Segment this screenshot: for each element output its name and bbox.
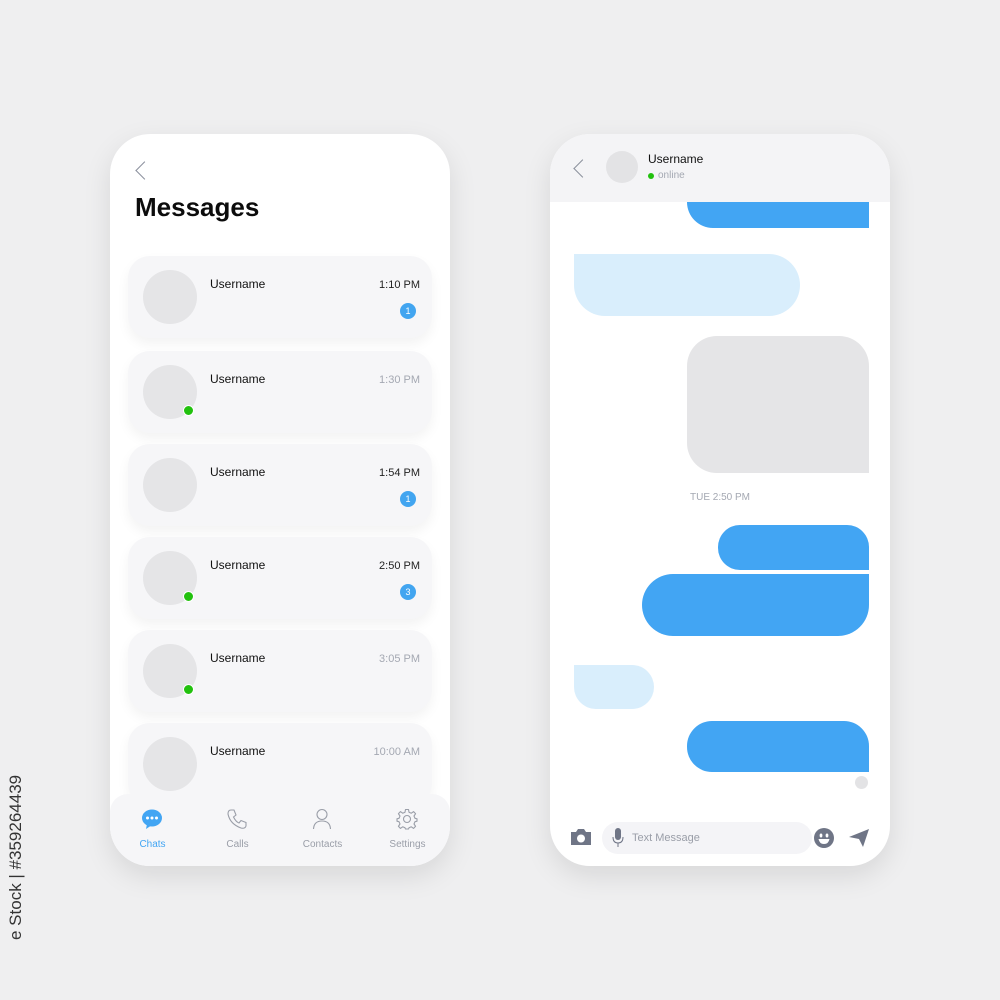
conversation-time: 3:05 PM: [379, 653, 420, 665]
camera-icon[interactable]: [570, 828, 592, 846]
phone-icon: [227, 809, 247, 829]
incoming-message-bubble: [574, 665, 654, 709]
conversation-time: 1:54 PM: [379, 467, 420, 479]
conversation-name: Username: [210, 558, 266, 572]
person-icon: [312, 808, 332, 830]
conversation-name: Username: [210, 651, 266, 665]
outgoing-message-bubble: [642, 574, 869, 636]
messages-list-screen: Messages Username 1:10 PM 1 Username 1:30 PM…: [110, 134, 450, 866]
send-icon[interactable]: [848, 828, 870, 848]
tab-label: Calls: [226, 839, 249, 850]
conversation-row[interactable]: Username 1:54 PM 1: [128, 444, 432, 526]
incoming-message-bubble: [574, 254, 800, 316]
conversation-row[interactable]: Username 1:30 PM: [128, 351, 432, 433]
chat-screen: Username online TUE 2:50 PM Text Message: [550, 134, 890, 866]
avatar: [143, 270, 197, 324]
conversation-name: Username: [210, 465, 266, 479]
avatar: [143, 458, 197, 512]
tab-label: Contacts: [302, 839, 343, 850]
conversation-name: Username: [210, 744, 266, 758]
conversation-name: Username: [210, 372, 266, 386]
page-title: Messages: [135, 192, 260, 222]
contact-status: online: [658, 170, 685, 181]
back-icon[interactable]: [135, 161, 154, 180]
chat-header: Username online: [550, 134, 890, 202]
emoji-icon[interactable]: [814, 828, 834, 848]
contact-avatar[interactable]: [606, 151, 638, 183]
message-timestamp: TUE 2:50 PM: [689, 492, 751, 503]
tab-label: Chats: [139, 839, 166, 850]
outgoing-message-bubble: [687, 721, 869, 772]
conversation-name: Username: [210, 277, 266, 291]
tab-bar: Chats Calls Contacts Settings: [110, 794, 450, 866]
chat-bubble-icon: [142, 809, 162, 829]
unread-badge: 3: [400, 584, 416, 600]
message-input[interactable]: Text Message: [602, 822, 834, 854]
microphone-icon[interactable]: [612, 828, 624, 848]
read-receipt-avatar: [855, 776, 868, 789]
back-icon[interactable]: [573, 159, 592, 178]
avatar: [143, 737, 197, 791]
outgoing-message-bubble: [718, 525, 869, 570]
tab-label: Settings: [389, 839, 426, 850]
conversation-time: 1:10 PM: [379, 279, 420, 291]
conversation-time: 10:00 AM: [373, 746, 420, 758]
watermark-text: e Stock | #359264439: [6, 774, 25, 940]
image-message-placeholder: [687, 336, 869, 473]
unread-badge: 1: [400, 303, 416, 319]
conversation-row[interactable]: Username 3:05 PM: [128, 630, 432, 712]
online-status-dot: [183, 591, 194, 602]
conversation-row[interactable]: Username 1:10 PM 1: [128, 256, 432, 338]
conversation-time: 1:30 PM: [379, 374, 420, 386]
conversation-row[interactable]: Username 10:00 AM: [128, 723, 432, 805]
unread-badge: 1: [400, 491, 416, 507]
conversation-row[interactable]: Username 2:50 PM 3: [128, 537, 432, 619]
conversation-time: 2:50 PM: [379, 560, 420, 572]
tab-contacts[interactable]: Contacts: [280, 794, 365, 866]
online-status-dot: [183, 684, 194, 695]
tab-settings[interactable]: Settings: [365, 794, 450, 866]
online-status-dot: [183, 405, 194, 416]
contact-name: Username: [648, 152, 704, 166]
tab-calls[interactable]: Calls: [195, 794, 280, 866]
gear-icon: [396, 808, 418, 830]
outgoing-message-bubble: [687, 202, 869, 228]
tab-chats[interactable]: Chats: [110, 794, 195, 866]
online-dot: [648, 173, 654, 179]
message-input-placeholder: Text Message: [632, 832, 700, 844]
